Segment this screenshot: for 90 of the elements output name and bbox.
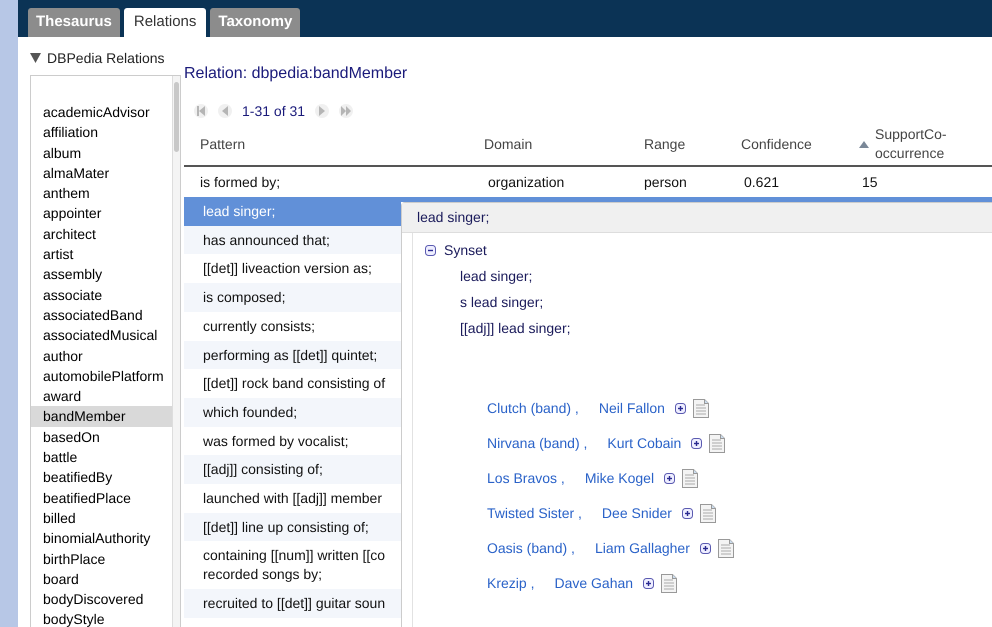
sort-ascending-icon[interactable] (859, 140, 869, 148)
relation-title: Relation: dbpedia:bandMember (184, 65, 408, 83)
relation-item[interactable]: artist (31, 244, 172, 264)
relation-item[interactable]: board (31, 568, 172, 590)
document-icon[interactable] (692, 399, 709, 418)
relation-item[interactable]: award (31, 386, 172, 406)
relation-item[interactable]: birthPlace (31, 548, 172, 569)
synset-label: Synset (444, 240, 487, 260)
column-header[interactable]: Range (644, 134, 686, 154)
document-icon[interactable] (700, 504, 716, 523)
member-link[interactable]: Dee Snider (602, 503, 672, 524)
relation-item[interactable]: almaMater (31, 162, 172, 184)
pattern-row[interactable]: is composed; (184, 283, 401, 312)
table-cell-text: 0.621 (743, 174, 780, 190)
relation-item[interactable]: associatedBand (31, 304, 172, 326)
pattern-row[interactable]: currently consists; (184, 312, 401, 341)
member-link[interactable]: Liam Gallagher (594, 538, 690, 559)
relation-item[interactable]: basedOn (31, 426, 172, 448)
tab[interactable]: Relations (124, 8, 206, 37)
column-header[interactable]: Pattern (200, 134, 246, 154)
pattern-row[interactable]: [[adj]] consisting of; (184, 455, 401, 484)
synset-entry: lead singer; (460, 267, 532, 285)
table-cell-text: organization (487, 174, 564, 190)
relation-item[interactable]: beatifiedBy (31, 467, 172, 488)
relation-item[interactable]: associate (31, 284, 172, 305)
expand-icon[interactable] (691, 438, 702, 449)
table-cell: person (644, 174, 687, 190)
expand-icon[interactable] (674, 403, 686, 414)
expanded-triangle-icon[interactable] (30, 53, 41, 63)
relation-item[interactable]: bodyDiscovered (31, 589, 172, 610)
column-header[interactable]: SupportCo-occurrence (875, 125, 965, 163)
column-header[interactable]: Confidence (741, 134, 812, 154)
synset-entry: s lead singer; (460, 293, 544, 311)
first-page-icon[interactable] (194, 104, 208, 118)
relation-item[interactable]: automobilePlatform (31, 366, 172, 386)
member-link[interactable]: Kurt Cobain (607, 433, 682, 454)
relation-item[interactable]: battle (31, 447, 172, 468)
expand-icon[interactable] (664, 473, 676, 484)
relation-item[interactable]: billed (31, 508, 172, 528)
pattern-row[interactable]: [[det]] line up consisting of; (184, 512, 401, 542)
next-page-icon[interactable] (315, 104, 330, 118)
document-icon[interactable] (718, 539, 734, 558)
band-link[interactable]: Krezip , (487, 573, 534, 594)
relation-item[interactable]: author (31, 346, 172, 366)
page-range: 1-31 of 31 (242, 102, 306, 120)
relation-item[interactable]: bandMember (31, 406, 172, 427)
prev-page-icon[interactable] (218, 104, 232, 118)
pattern-row[interactable]: has announced that; (184, 226, 401, 254)
table-cell: is formed by; (200, 174, 280, 190)
relation-item[interactable]: bodyStyle (31, 609, 172, 627)
collapse-icon[interactable] (425, 244, 436, 256)
relation-item[interactable]: album (31, 142, 172, 163)
table-cell-text: 15 (861, 174, 878, 190)
document-icon[interactable] (661, 574, 678, 593)
band-link[interactable]: Clutch (band) , (487, 398, 579, 419)
member-link[interactable]: Neil Fallon (598, 398, 665, 419)
expand-icon[interactable] (700, 543, 711, 554)
pattern-row[interactable]: launched with [[adj]] member (184, 484, 401, 513)
relation-item[interactable]: associatedMusical (31, 325, 172, 346)
synset-entry: [[adj]] lead singer; (460, 319, 571, 337)
relation-item[interactable]: beatifiedPlace (31, 488, 172, 508)
relation-item[interactable]: anthem (31, 183, 172, 204)
expand-icon[interactable] (643, 578, 654, 589)
pattern-row[interactable]: recruited to [[det]] guitar soun (184, 588, 401, 618)
column-header[interactable]: Domain (484, 134, 532, 154)
scrollbar[interactable] (172, 76, 180, 627)
pattern-row[interactable]: was formed by vocalist; (184, 426, 401, 456)
relation-item[interactable]: academicAdvisor (31, 102, 172, 122)
pattern-row[interactable]: performing as [[det]] quintet; (184, 340, 401, 370)
relation-item[interactable]: architect (31, 224, 172, 244)
band-link[interactable]: Nirvana (band) , (487, 433, 588, 454)
band-link[interactable]: Twisted Sister , (487, 503, 582, 524)
popup-title: lead singer; (417, 208, 490, 227)
member-link[interactable]: Mike Kogel (584, 468, 654, 489)
relation-item[interactable]: binomialAuthority (31, 528, 172, 549)
relation-item[interactable]: appointer (31, 203, 172, 224)
document-icon[interactable] (709, 434, 726, 453)
pattern-row[interactable]: [[det]] liveaction version as; (184, 254, 401, 284)
expand-icon[interactable] (682, 508, 693, 519)
pattern-row[interactable]: which founded; (184, 398, 401, 427)
pattern-row[interactable]: containing [[num]] written [[co recorded songs by; (184, 541, 401, 589)
section-title: DBPedia Relations (47, 48, 165, 68)
last-page-icon[interactable] (339, 104, 354, 118)
relation-item[interactable]: assembly (31, 264, 172, 285)
member-link[interactable]: Dave Gahan (554, 573, 634, 594)
band-link[interactable]: Los Bravos , (487, 468, 565, 489)
band-link[interactable]: Oasis (band) , (487, 538, 575, 559)
pattern-row[interactable]: [[det]] rock band consisting of (184, 369, 401, 398)
document-icon[interactable] (682, 469, 698, 488)
relation-item[interactable]: affiliation (31, 122, 172, 143)
